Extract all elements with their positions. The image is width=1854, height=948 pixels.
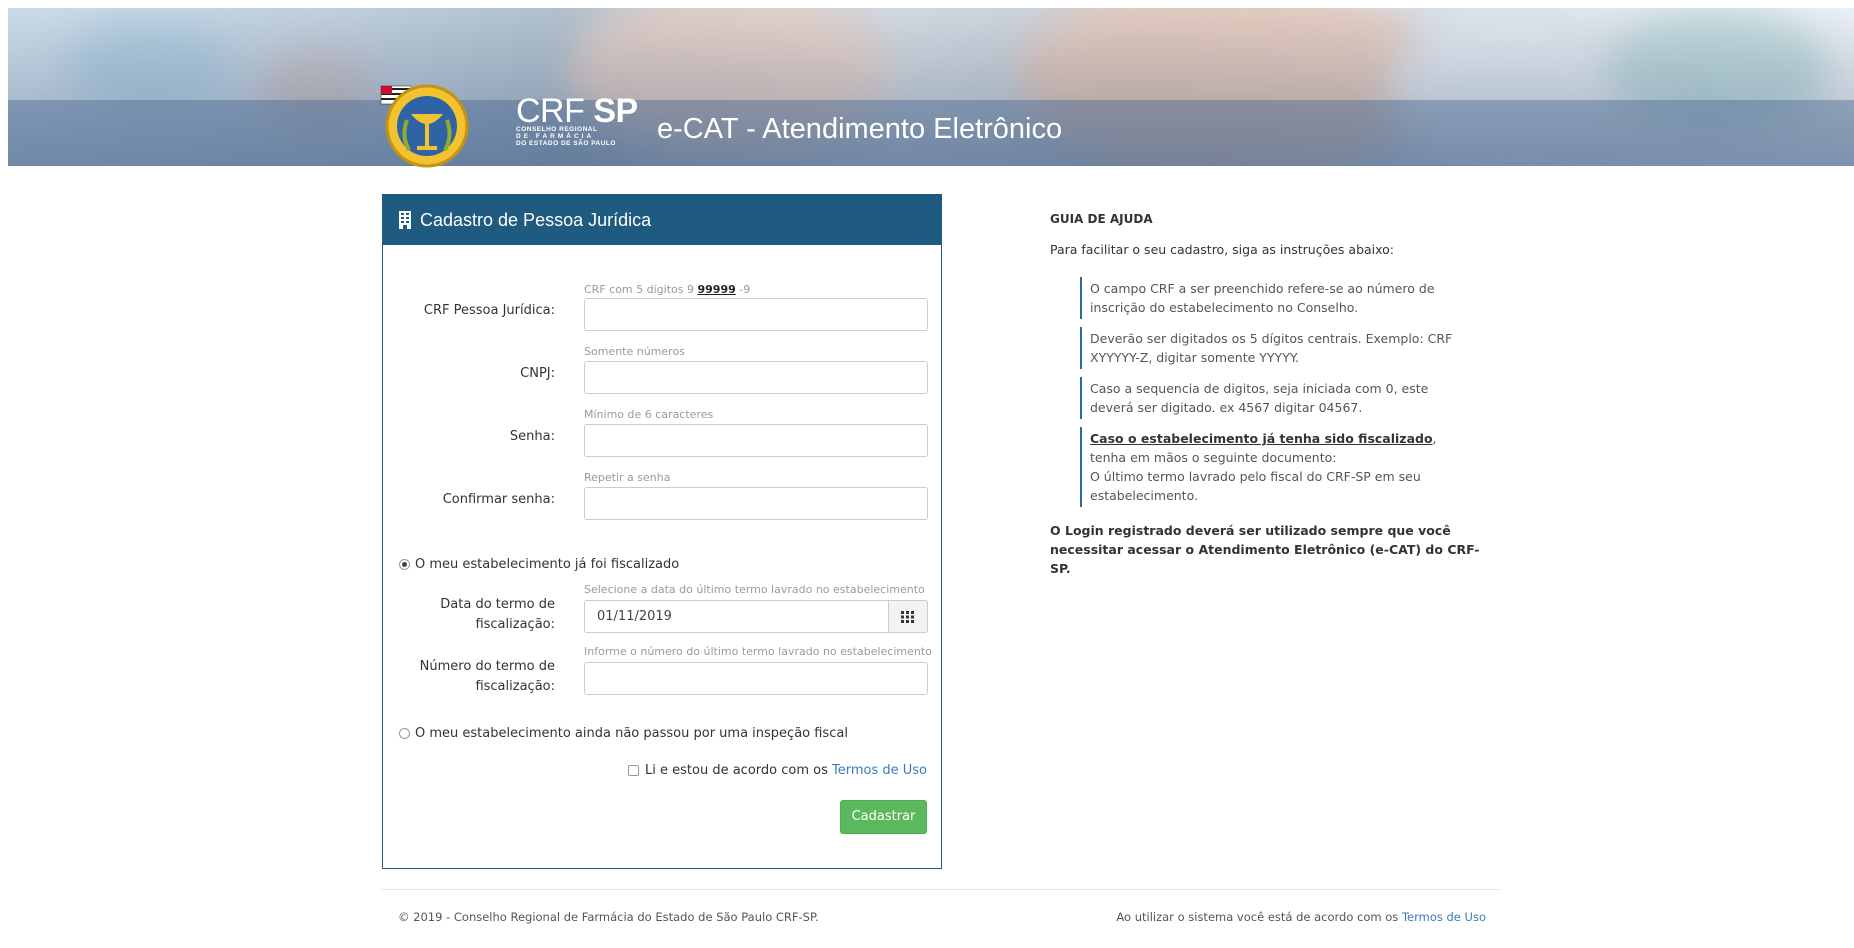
radio-not-inspected[interactable] [399,728,410,739]
help-guide: GUIA DE AJUDA Para facilitar o seu cadas… [1050,212,1490,578]
radio-not-inspected-option[interactable]: O meu estabelecimento ainda não passou p… [399,726,848,741]
crf-hint-digits: 99999 [697,283,736,296]
terms-text: Li e estou de acordo com os [645,763,828,778]
guide-item-emphasis: Caso o estabelecimento já tenha sido fis… [1090,431,1433,446]
term-date-label-line-1: Data do termo de [440,597,555,612]
radio-inspected[interactable] [399,559,410,570]
radio-inspected-label: O meu estabelecimento já foi fiscalizado [415,557,680,572]
terms-agreement[interactable]: Li e estou de acordo com os Termos de Us… [628,763,927,778]
confirm-password-input[interactable] [584,487,928,520]
password-label: Senha: [509,429,555,444]
cnpj-input[interactable] [584,361,928,394]
term-date-label: Data do termo de fiscalização: [383,595,555,635]
guide-intro: Para facilitar o seu cadastro, siga as i… [1050,242,1395,257]
crf-hint-suffix: -9 [735,283,751,296]
password-hint: Mínimo de 6 caracteres [584,408,714,421]
crf-input[interactable] [584,298,928,331]
footer-terms-text: Ao utilizar o sistema você está de acord… [1116,910,1402,924]
calendar-button[interactable] [888,600,928,633]
crf-hint-prefix: CRF com 5 dígitos 9 [584,283,698,296]
registration-panel: Cadastro de Pessoa Jurídica CRF com 5 dí… [382,194,942,869]
radio-not-inspected-label: O meu estabelecimento ainda não passou p… [415,726,848,741]
guide-item: O campo CRF a ser preenchido refere-se a… [1080,277,1470,319]
term-date-value: 01/11/2019 [597,609,672,624]
terms-link[interactable]: Termos de Uso [832,763,927,778]
brand-crf: CRF [516,92,585,130]
app-title: e-CAT - Atendimento Eletrônico [657,113,1063,145]
guide-item: Deverão ser digitados os 5 dígitos centr… [1080,327,1470,369]
footer-divider [382,889,1500,890]
cnpj-hint: Somente números [584,345,685,358]
term-date-label-line-2: fiscalização: [475,617,555,632]
panel-title: Cadastro de Pessoa Jurídica [420,209,652,230]
term-number-input[interactable] [584,662,928,695]
footer-copyright: © 2019 - Conselho Regional de Farmácia d… [398,910,819,924]
confirm-password-label: Confirmar senha: [442,492,555,507]
brand-line-2: DE FARMÁCIA [516,133,595,140]
crf-sp-brand: CRF SP CONSELHO REGIONAL DE FARMÁCIA DO … [516,94,638,147]
calendar-grid-icon [901,610,914,623]
term-number-label-line-2: fiscalização: [475,679,555,694]
guide-item: Caso a sequencia de digitos, seja inicia… [1080,377,1470,419]
guide-list: O campo CRF a ser preenchido refere-se a… [1080,277,1490,507]
guide-title: GUIA DE AJUDA [1050,212,1153,226]
brand-line-3: DO ESTADO DE SÃO PAULO [516,140,616,147]
guide-item: Caso o estabelecimento já tenha sido fis… [1080,427,1470,507]
password-input[interactable] [584,424,928,457]
guide-note: O Login registrado deverá ser utilizado … [1050,523,1480,576]
crf-sp-logo [380,84,469,168]
footer-terms-link[interactable]: Termos de Uso [1402,910,1486,924]
footer-terms: Ao utilizar o sistema você está de acord… [1116,910,1486,924]
crf-label: CRF Pessoa Jurídica: [423,303,555,318]
confirm-password-hint: Repetir a senha [584,471,671,484]
panel-header: Cadastro de Pessoa Jurídica [383,195,941,245]
submit-button[interactable]: Cadastrar [840,800,927,834]
building-icon [399,211,411,229]
term-date-input[interactable]: 01/11/2019 [584,600,928,633]
brand-sp: SP [593,92,638,130]
cnpj-label: CNPJ: [520,366,555,381]
term-date-hint: Selecione a data do último termo lavrado… [584,583,925,596]
radio-inspected-option[interactable]: O meu estabelecimento já foi fiscalizado [399,557,679,572]
term-number-hint: Informe o número do último termo lavrado… [584,645,932,658]
term-number-label: Número do termo de fiscalização: [383,657,555,697]
terms-checkbox[interactable] [628,765,640,776]
crf-hint: CRF com 5 dígitos 9 99999 -9 [584,283,750,296]
term-number-label-line-1: Número do termo de [419,659,555,674]
guide-item-detail: O último termo lavrado pelo fiscal do CR… [1090,469,1421,503]
